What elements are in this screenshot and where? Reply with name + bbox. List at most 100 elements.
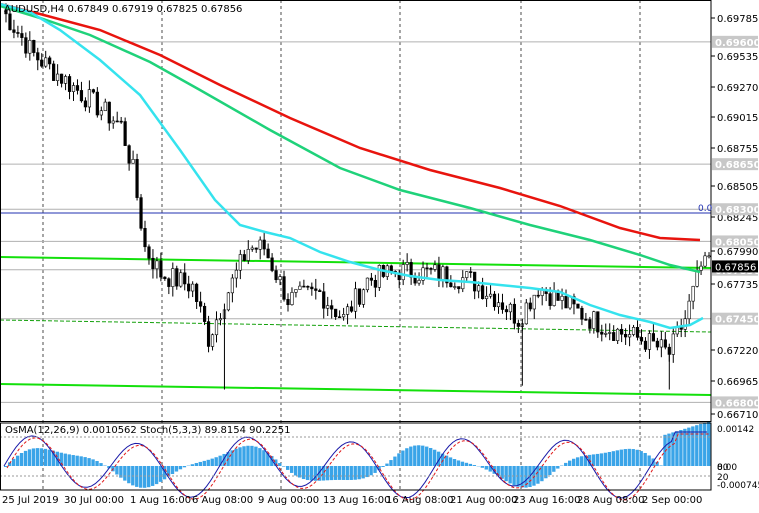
candle-body	[374, 280, 377, 287]
osma-bar	[310, 466, 313, 481]
candle-body	[124, 122, 127, 146]
osma-bar	[576, 457, 579, 466]
osma-bar	[342, 466, 345, 480]
candle-body	[354, 289, 357, 311]
osma-bar	[667, 434, 670, 466]
candle-body	[128, 146, 131, 164]
trading-chart-window[interactable]: 0.697850.695350.692700.690150.687550.685…	[0, 0, 759, 509]
candle-body	[64, 76, 67, 83]
osma-bar	[612, 451, 615, 466]
candle-body	[140, 198, 143, 229]
osma-bar	[552, 466, 555, 472]
candle-body	[195, 284, 198, 302]
osma-bar	[215, 457, 218, 466]
osma-bar	[334, 466, 337, 480]
candle-body	[628, 335, 631, 337]
candle-body	[636, 327, 639, 337]
candle-body	[299, 286, 302, 289]
candle-body	[322, 292, 325, 309]
osma-bar	[64, 454, 67, 466]
osma-bar	[548, 466, 551, 475]
candle-body	[696, 270, 699, 286]
candle-body	[100, 111, 103, 115]
osma-bar	[191, 464, 194, 466]
candle-body	[577, 304, 580, 308]
osma-bar	[238, 447, 241, 466]
candle-body	[199, 302, 202, 307]
candle-body	[465, 272, 468, 278]
candle-body	[326, 306, 329, 309]
candle-body	[17, 32, 20, 33]
candle-body	[187, 284, 190, 291]
osma-bar	[465, 463, 468, 466]
time-tick-label: 2 Sep 00:00	[642, 495, 702, 506]
osma-bar	[500, 466, 503, 479]
osma-bar	[32, 448, 35, 466]
candle-body	[469, 272, 472, 273]
osma-bar	[87, 458, 90, 466]
price-tick-label: 0.68755	[717, 144, 758, 155]
osma-bar	[68, 454, 71, 466]
candle-body	[219, 319, 222, 320]
candle-body	[215, 320, 218, 335]
osma-bar	[183, 466, 186, 467]
candle-body	[247, 249, 250, 260]
osma-bar	[608, 452, 611, 466]
price-tick-label: 0.69015	[717, 113, 758, 124]
candle-body	[632, 327, 635, 334]
candle-body	[525, 303, 528, 324]
candle-body	[84, 101, 87, 107]
osma-bar	[504, 466, 507, 481]
candle-body	[509, 304, 512, 312]
osma-bar	[640, 451, 643, 466]
osma-bar	[115, 466, 118, 475]
osma-bar	[306, 466, 309, 480]
osma-bar	[147, 466, 150, 487]
osma-bar	[473, 465, 476, 466]
candle-body	[597, 312, 600, 332]
osma-bar	[469, 464, 472, 466]
osma-bar	[83, 457, 86, 466]
time-tick-label: 30 Jul 00:00	[64, 495, 124, 506]
candle-body	[191, 284, 194, 291]
osma-bar	[230, 450, 233, 466]
osma-bar	[628, 449, 631, 466]
osma-bar	[99, 463, 102, 466]
candle-body	[485, 296, 488, 299]
candle-body	[430, 268, 433, 269]
price-tick-label: 0.66710	[717, 410, 758, 421]
candle-body	[704, 256, 707, 266]
osma-bar	[695, 425, 698, 466]
osma-bar	[659, 465, 662, 466]
osma-bar	[250, 446, 253, 466]
osma-bar	[405, 448, 408, 466]
symbol-info: AUDUSD,H4 0.67849 0.67919 0.67825 0.6785…	[4, 4, 242, 15]
osma-bar	[175, 466, 178, 472]
candle-body	[390, 266, 393, 271]
osma-bar	[350, 466, 353, 480]
osma-bar	[258, 448, 261, 466]
candle-body	[434, 265, 437, 270]
osma-bar	[123, 466, 126, 481]
osma-bar	[413, 446, 416, 466]
osma-bar	[302, 466, 305, 479]
price-tick-label: 0.67990	[717, 247, 758, 258]
candle-body	[664, 340, 667, 347]
candle-body	[267, 249, 270, 258]
time-tick-label: 23 Aug 16:00	[513, 495, 580, 506]
candle-body	[168, 279, 171, 287]
candle-body	[517, 323, 520, 326]
candle-body	[489, 294, 492, 296]
candle-body	[414, 277, 417, 283]
osma-bar	[254, 447, 257, 466]
level-badge-label: 0.68650	[715, 160, 759, 171]
osma-bar	[290, 466, 293, 473]
osma-bar	[397, 453, 400, 466]
chart-canvas[interactable]: 0.697850.695350.692700.690150.687550.685…	[0, 0, 759, 509]
osma-bar	[211, 459, 214, 466]
candle-body	[40, 60, 43, 66]
candle-body	[283, 277, 286, 300]
osma-bar	[643, 453, 646, 466]
price-tick-label: 0.67220	[717, 346, 758, 357]
candle-body	[156, 261, 159, 269]
